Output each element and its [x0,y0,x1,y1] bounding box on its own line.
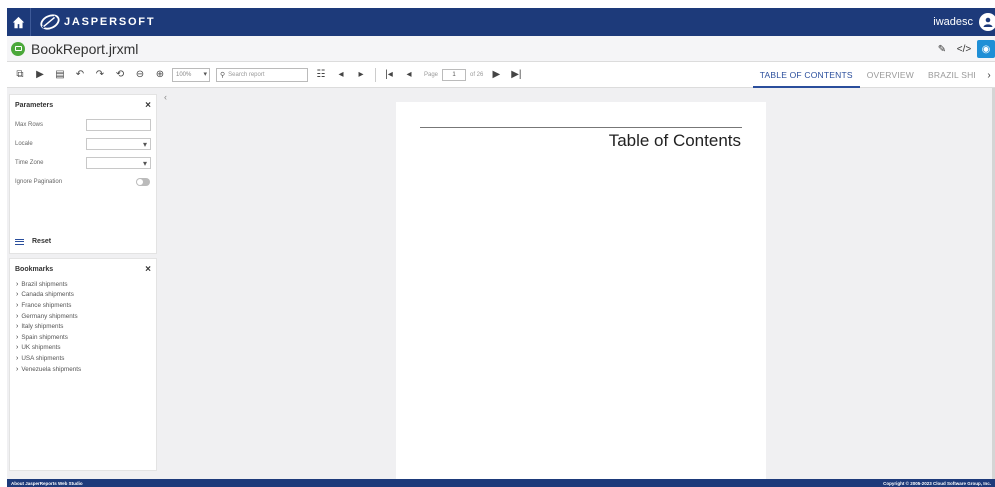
reset-label: Reset [32,238,52,245]
parameters-title: Parameters [15,101,54,109]
search-report-input[interactable]: ⚲ Search report [216,67,308,82]
page-label: Page [424,71,439,78]
bookmark-item[interactable]: › Canada shipments [16,290,150,301]
first-page-icon[interactable]: |◂ [382,68,396,82]
close-bookmarks-icon[interactable]: × [145,264,151,275]
collapse-panel-icon[interactable]: ‹ [164,92,167,102]
viewer-toolbar: ⧉ ▶ ▤ ↶ ↷ ⟲ ⊖ ⊕ 100% ⚲ Search report ☷ ◂… [7,62,995,88]
jaspersoft-logo[interactable]: JASPERSOFT [39,14,155,30]
editor-mode-tools: ✎ </> ◉ [933,40,995,58]
last-page-icon[interactable]: ▶| [509,68,523,82]
run-icon[interactable]: ▶ [33,68,47,82]
param-ignore-pagination: Ignore Pagination [10,172,156,191]
toolbar-divider [375,67,376,82]
user-menu[interactable]: iwadesc [933,8,995,36]
bookmarks-list: › Brazil shipments › Canada shipments › Fra… [10,279,156,374]
chevron-right-icon: › [16,312,19,320]
reset-button[interactable]: Reset [15,238,51,245]
bookmark-item[interactable]: › Venezuela shipments [16,364,150,375]
max-rows-input[interactable] [85,118,151,131]
bookmark-item[interactable]: › Spain shipments [16,332,150,343]
bookmarks-panel: Bookmarks × › Brazil shipments › Canada sh… [9,258,157,471]
bookmark-item[interactable]: › USA shipments [16,353,150,364]
tab-overview[interactable]: OVERVIEW [860,62,921,88]
about-link[interactable]: About JasperReports Web Studio [11,481,83,486]
export-icon[interactable]: ⧉ [13,68,27,82]
tab-brazil-shipments[interactable]: BRAZIL SHI [921,62,983,88]
file-title-bar: BookReport.jrxml ✎ </> ◉ [7,36,995,62]
redo-icon[interactable]: ↷ [93,68,107,82]
user-avatar-icon[interactable] [979,13,995,31]
jaspersoft-logo-icon [40,14,60,30]
param-locale: Locale [10,134,156,153]
param-max-rows: Max Rows [10,115,156,134]
username: iwadesc [933,16,973,28]
chevron-right-icon: › [16,301,19,309]
zoom-value: 100% [176,71,192,78]
footer-bar: About JasperReports Web Studio Copyright… [7,479,995,487]
undo-all-icon[interactable]: ⟲ [113,68,127,82]
chevron-right-icon: › [16,365,19,373]
app-window: JASPERSOFT iwadesc BookReport.jrxml ✎ </… [7,8,995,487]
undo-icon[interactable]: ↶ [73,68,87,82]
bookmarks-title: Bookmarks [15,265,54,273]
bookmarks-header: Bookmarks × [10,259,156,279]
search-icon: ⚲ [220,71,226,79]
close-parameters-icon[interactable]: × [145,100,151,111]
chevron-right-icon: › [16,344,19,352]
prev-page-icon[interactable]: ◂ [402,68,416,82]
chevron-right-icon: › [16,354,19,362]
search-next-icon[interactable]: ▸ [354,68,368,82]
copyright-text: Copyright © 2005-2023 Cloud Software Gro… [883,480,991,486]
page-count: of 26 [470,71,484,78]
locale-select[interactable] [85,137,151,150]
home-button[interactable] [7,8,31,36]
param-label: Ignore Pagination [15,178,63,185]
search-options-icon[interactable]: ☷ [314,68,328,82]
report-title: Table of Contents [608,131,741,150]
param-time-zone: Time Zone [10,153,156,172]
report-file-icon [11,41,25,56]
tab-table-of-contents[interactable]: TABLE OF CONTENTS [752,62,860,88]
chevron-right-icon: › [16,291,19,299]
reset-icon [15,238,24,245]
search-placeholder: Search report [228,71,265,78]
report-part-tabs: TABLE OF CONTENTS OVERVIEW BRAZIL SHI › [752,62,995,88]
zoom-select[interactable]: 100% [172,67,210,82]
bookmark-item[interactable]: › Italy shipments [16,321,150,332]
top-nav-bar: JASPERSOFT iwadesc [7,8,995,36]
file-name: BookReport.jrxml [31,40,139,57]
data-adapter-icon[interactable]: ▤ [53,68,67,82]
next-page-icon[interactable]: ▶ [489,68,503,82]
bookmark-item[interactable]: › Germany shipments [16,311,150,322]
time-zone-select[interactable] [85,156,151,169]
home-icon [12,16,25,28]
bookmark-item[interactable]: › UK shipments [16,343,150,354]
param-label: Time Zone [15,159,44,166]
title-rule [420,127,742,128]
chevron-right-icon: › [16,333,19,341]
chevron-right-icon: › [16,323,19,331]
zoom-in-icon[interactable]: ⊕ [153,68,167,82]
pencil-icon[interactable]: ✎ [933,40,951,58]
code-icon[interactable]: </> [955,40,973,58]
param-label: Max Rows [15,121,44,128]
ignore-pagination-toggle[interactable] [136,177,150,186]
preview-eye-icon[interactable]: ◉ [977,40,995,58]
report-page: Table of Contents [396,102,766,487]
parameters-panel: Parameters × Max Rows Locale Time Zone I… [9,94,157,254]
page-number-input[interactable]: 1 [442,68,467,81]
chevron-right-icon: › [16,280,19,288]
brand-name: JASPERSOFT [64,16,156,28]
param-label: Locale [15,140,33,147]
zoom-out-icon[interactable]: ⊖ [133,68,147,82]
bookmark-item[interactable]: › France shipments [16,300,150,311]
search-prev-icon[interactable]: ◂ [334,68,348,82]
parameters-header: Parameters × [10,95,156,115]
bookmark-item[interactable]: › Brazil shipments [16,279,150,290]
tabs-scroll-right-icon[interactable]: › [983,70,995,81]
